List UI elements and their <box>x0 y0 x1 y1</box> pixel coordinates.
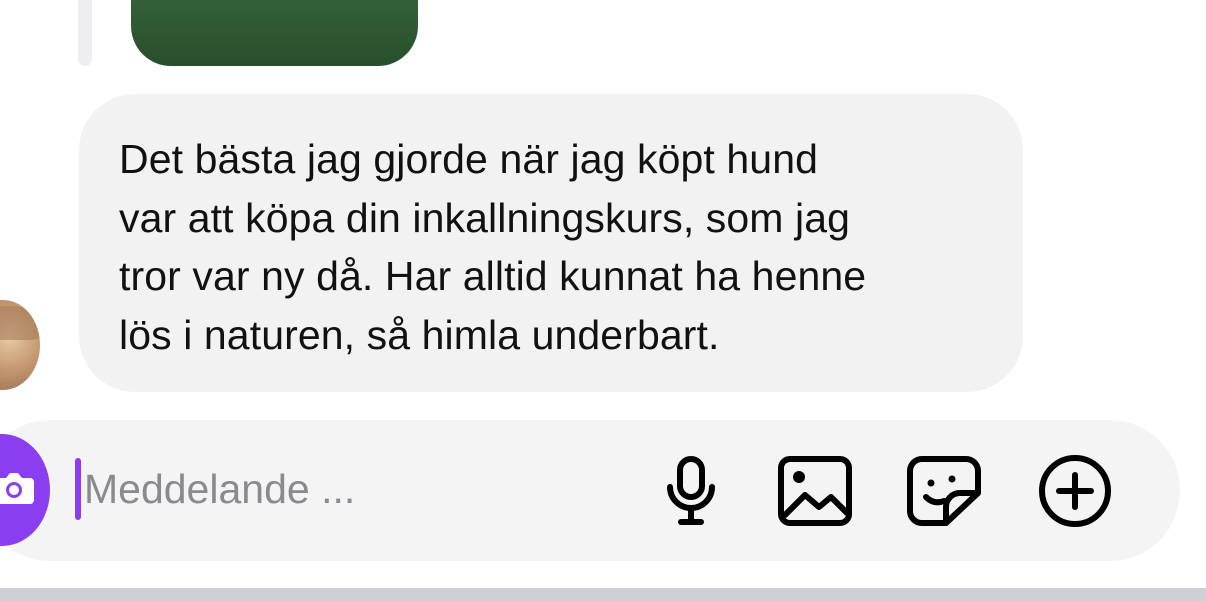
message-text: Det bästa jag gjorde när jag köpt hund v… <box>119 136 867 358</box>
shared-media-preview[interactable] <box>131 0 418 66</box>
microphone-button[interactable] <box>652 452 730 530</box>
reply-indicator-bar <box>78 0 92 66</box>
image-icon <box>777 455 853 527</box>
avatar[interactable] <box>0 300 40 390</box>
text-cursor <box>75 458 81 520</box>
gallery-button[interactable] <box>776 452 854 530</box>
add-button[interactable] <box>1036 452 1114 530</box>
message-input[interactable]: Meddelande ... <box>84 464 355 514</box>
sticker-icon <box>906 455 982 527</box>
chat-screen: Det bästa jag gjorde när jag köpt hund v… <box>0 0 1206 601</box>
microphone-icon <box>661 455 721 527</box>
camera-icon <box>0 468 36 513</box>
plus-circle-icon <box>1037 453 1113 529</box>
message-bubble[interactable]: Det bästa jag gjorde när jag köpt hund v… <box>79 94 1023 392</box>
bottom-divider <box>0 588 1206 601</box>
sticker-button[interactable] <box>905 452 983 530</box>
